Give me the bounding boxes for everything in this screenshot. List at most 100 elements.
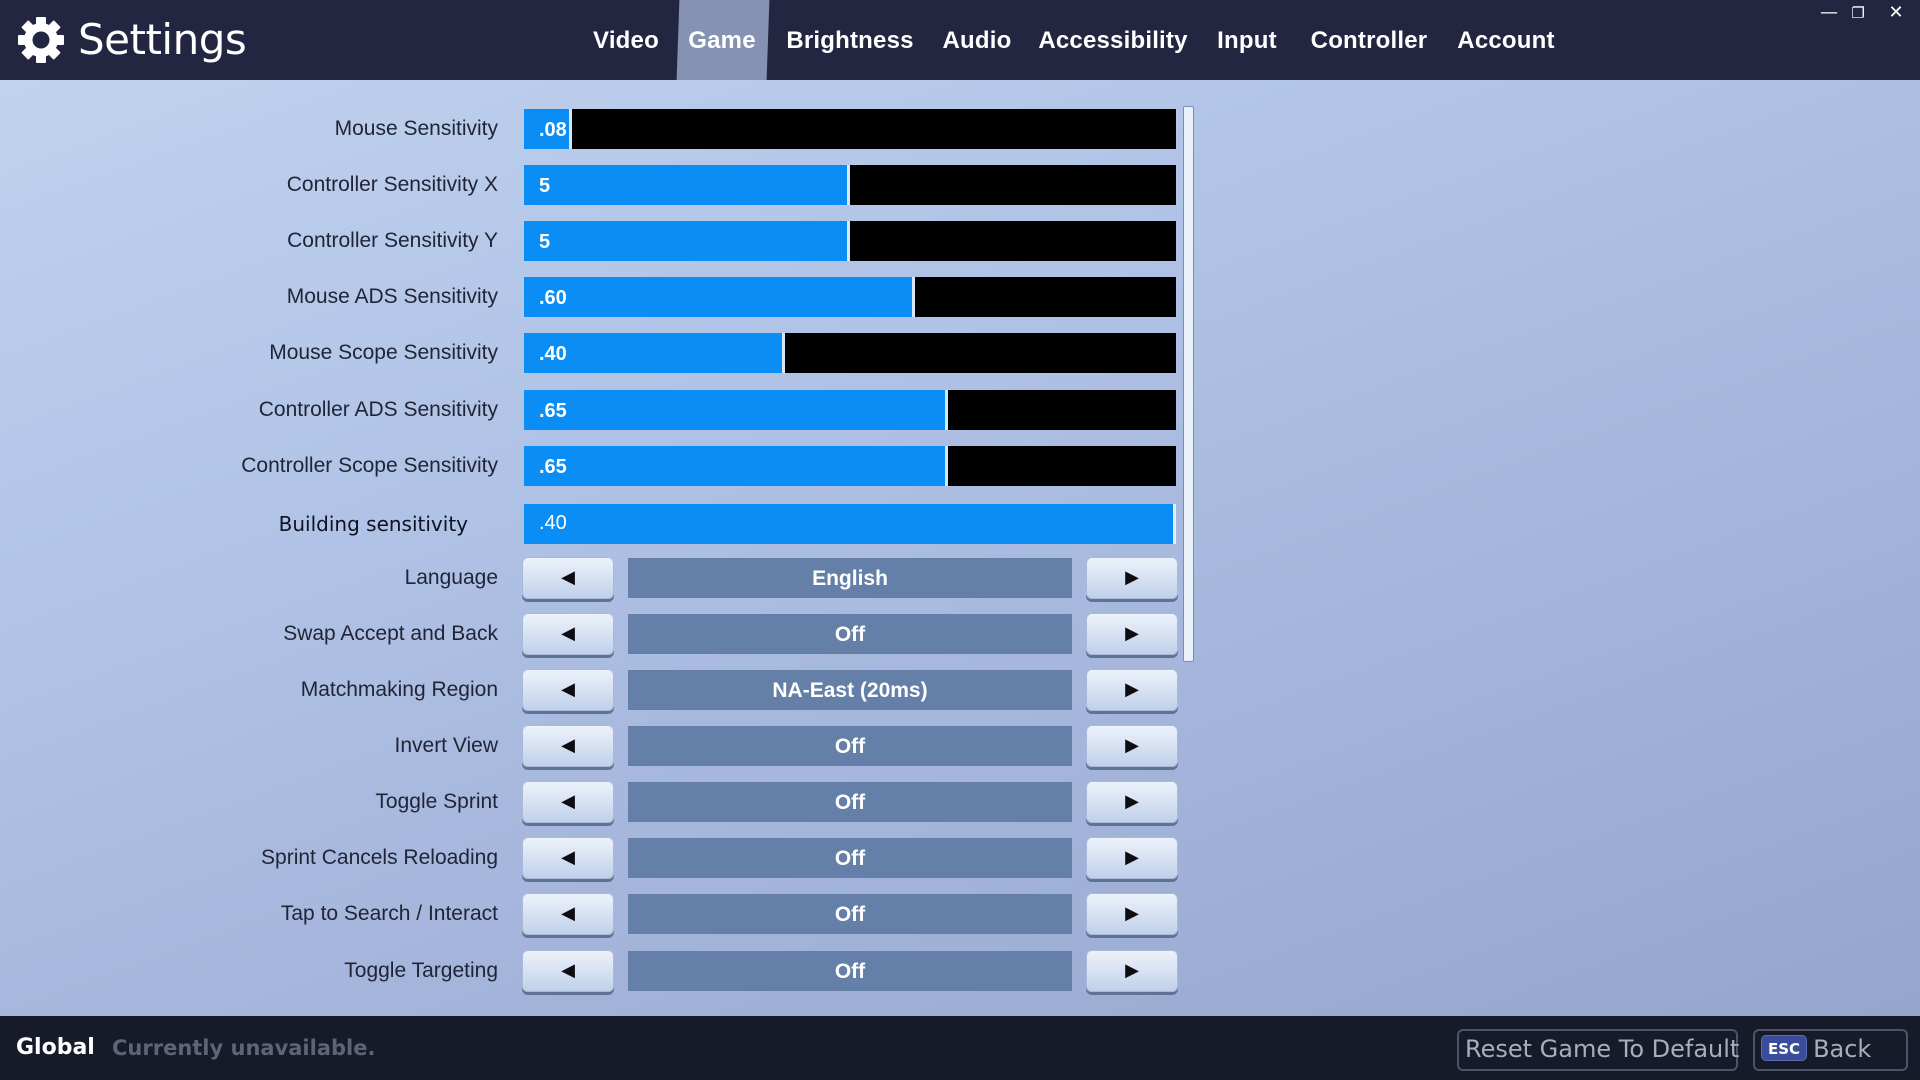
arrow-left-icon: ◀ [561, 622, 575, 644]
slider-value: .60 [539, 287, 567, 310]
setting-label: Tap to Search / Interact [280, 902, 498, 926]
setting-label: Controller Sensitivity X [286, 173, 498, 197]
setting-label: Matchmaking Region [300, 678, 498, 701]
option-value: Off [628, 613, 1072, 654]
option-value: Off [628, 950, 1072, 991]
minimize-icon[interactable]: — [1818, 2, 1840, 24]
setting-label: Mouse Sensitivity [334, 117, 498, 140]
slider-row: Controller Sensitivity Y 5 [0, 213, 1200, 269]
sensitivity-slider[interactable]: .65 [524, 445, 1176, 486]
slider-fill [524, 503, 1176, 544]
next-option-button[interactable]: ▶ [1086, 893, 1178, 936]
tab-audio[interactable]: Audio [943, 0, 1012, 80]
sensitivity-slider[interactable]: 5 [524, 165, 1176, 206]
next-option-button[interactable]: ▶ [1086, 781, 1178, 824]
sensitivity-slider[interactable]: 5 [524, 221, 1176, 262]
header-bar: Settings Video Game Brightness Audio Acc… [0, 0, 1920, 80]
sensitivity-slider[interactable]: .60 [524, 277, 1176, 318]
slider-value: .08 [539, 119, 567, 141]
selector-row: Swap Accept and Back ◀ Off ▶ [0, 606, 1200, 662]
tab-video[interactable]: Video [593, 0, 659, 80]
scope-label: Global [16, 1035, 95, 1060]
slider-fill [524, 221, 850, 262]
slider-value: .65 [539, 455, 567, 478]
setting-label: Toggle Targeting [344, 958, 498, 982]
arrow-left-icon: ◀ [561, 903, 575, 925]
reset-to-default-button[interactable]: Reset Game To Default [1457, 1029, 1739, 1071]
previous-option-button[interactable]: ◀ [522, 893, 614, 936]
slider-value: .40 [539, 343, 567, 366]
setting-label: Building sensitivity [278, 511, 468, 536]
arrow-left-icon: ◀ [561, 959, 575, 981]
setting-label: Mouse ADS Sensitivity [286, 285, 498, 309]
setting-label: Controller ADS Sensitivity [258, 397, 498, 421]
next-option-button[interactable]: ▶ [1086, 949, 1178, 992]
page-title: Settings [78, 15, 247, 64]
tab-input[interactable]: Input [1217, 0, 1277, 80]
restore-icon[interactable]: ❐ [1847, 2, 1869, 24]
slider-row: Mouse ADS Sensitivity .60 [0, 269, 1200, 325]
next-option-button[interactable]: ▶ [1086, 612, 1178, 655]
previous-option-button[interactable]: ◀ [522, 949, 614, 992]
previous-option-button[interactable]: ◀ [522, 669, 614, 711]
slider-value: .65 [539, 399, 567, 422]
previous-option-button[interactable]: ◀ [522, 612, 614, 655]
option-value: NA-East (20ms) [628, 670, 1072, 710]
setting-label: Controller Scope Sensitivity [241, 453, 498, 477]
arrow-right-icon: ▶ [1125, 679, 1139, 700]
slider-value: .40 [539, 511, 567, 534]
arrow-right-icon: ▶ [1125, 791, 1139, 813]
esc-key-icon: ESC [1761, 1035, 1808, 1061]
back-label: Back [1813, 1035, 1872, 1063]
setting-label: Toggle Sprint [375, 790, 498, 814]
next-option-button[interactable]: ▶ [1086, 725, 1178, 768]
arrow-left-icon: ◀ [561, 566, 575, 588]
option-value: Off [628, 726, 1072, 767]
slider-value: 5 [539, 175, 551, 198]
slider-fill [524, 445, 948, 486]
tab-controller[interactable]: Controller [1311, 0, 1428, 80]
setting-label: Invert View [394, 734, 499, 758]
arrow-left-icon: ◀ [561, 791, 575, 813]
back-button[interactable]: ESC Back [1753, 1029, 1908, 1071]
previous-option-button[interactable]: ◀ [522, 725, 614, 768]
next-option-button[interactable]: ▶ [1086, 837, 1178, 880]
sensitivity-slider[interactable]: .08 [524, 109, 1176, 149]
selector-row: Invert View ◀ Off ▶ [0, 718, 1200, 774]
option-value: Off [628, 838, 1072, 879]
slider-row: Mouse Sensitivity .08 [0, 101, 1200, 157]
setting-label: Mouse Scope Sensitivity [269, 341, 498, 365]
next-option-button[interactable]: ▶ [1086, 556, 1178, 599]
arrow-left-icon: ◀ [561, 679, 575, 700]
slider-row: Building sensitivity .40 [0, 496, 1200, 552]
tab-brightness[interactable]: Brightness [786, 0, 913, 80]
scrollbar-thumb[interactable] [1183, 106, 1194, 662]
sensitivity-slider[interactable]: .40 [524, 333, 1176, 374]
next-option-button[interactable]: ▶ [1086, 669, 1178, 711]
slider-fill [524, 165, 850, 206]
option-value: English [628, 557, 1072, 598]
setting-label: Swap Accept and Back [283, 621, 498, 645]
status-text: Currently unavailable. [112, 1036, 376, 1060]
arrow-left-icon: ◀ [561, 735, 575, 757]
sensitivity-slider[interactable]: .65 [524, 389, 1176, 430]
tab-accessibility[interactable]: Accessibility [1038, 0, 1187, 80]
selector-row: Toggle Targeting ◀ Off ▶ [0, 943, 1200, 999]
arrow-left-icon: ◀ [561, 847, 575, 869]
tab-game[interactable]: Game [688, 0, 756, 80]
selector-row: Sprint Cancels Reloading ◀ Off ▶ [0, 830, 1200, 886]
slider-value: 5 [539, 231, 551, 254]
close-icon[interactable]: ✕ [1885, 2, 1907, 24]
previous-option-button[interactable]: ◀ [522, 837, 614, 880]
arrow-right-icon: ▶ [1125, 735, 1139, 757]
option-value: Off [628, 894, 1072, 935]
arrow-right-icon: ▶ [1125, 959, 1139, 981]
slider-fill [524, 277, 915, 318]
previous-option-button[interactable]: ◀ [522, 781, 614, 824]
tab-account[interactable]: Account [1457, 0, 1554, 80]
previous-option-button[interactable]: ◀ [522, 556, 614, 599]
selector-row: Matchmaking Region ◀ NA-East (20ms) ▶ [0, 662, 1200, 718]
slider-row: Controller ADS Sensitivity .65 [0, 382, 1200, 438]
selector-row: Tap to Search / Interact ◀ Off ▶ [0, 886, 1200, 942]
sensitivity-slider[interactable]: .40 [524, 503, 1176, 544]
